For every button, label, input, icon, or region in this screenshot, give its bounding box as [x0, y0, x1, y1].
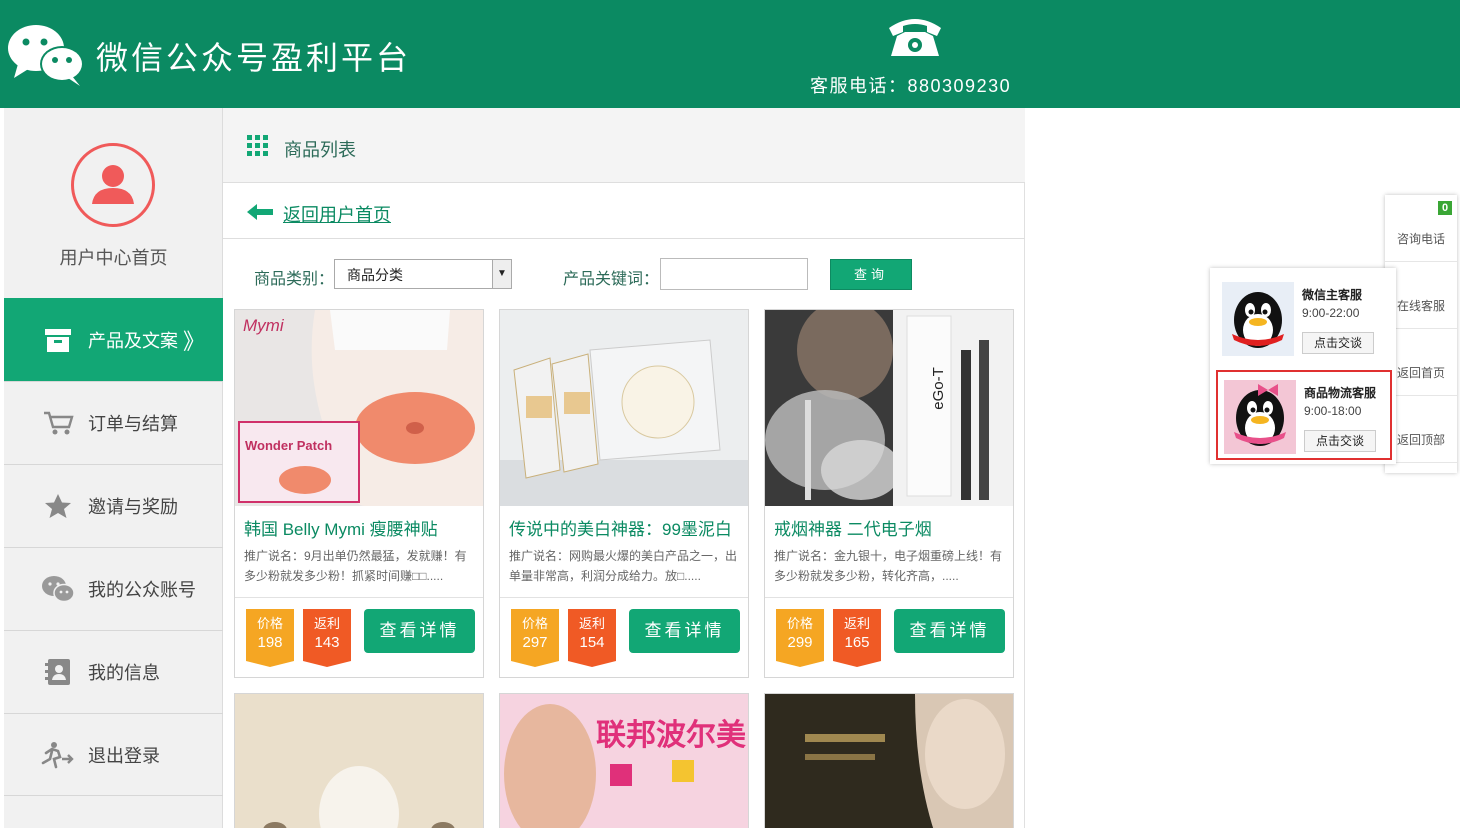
sidebar-item-label: 产品及文案	[88, 330, 178, 351]
service-hours: 9:00-22:00	[1302, 306, 1360, 320]
brand-title: 微信公众号盈利平台	[96, 39, 412, 77]
customer-service-panel: 微信主客服 9:00-22:00 点击交谈 商品物流客服 9:00-18:00 …	[1210, 268, 1396, 464]
sidebar-item-my-info[interactable]: 我的信息	[4, 630, 223, 713]
price-label: 价格	[521, 616, 548, 631]
rebate-value: 143	[314, 634, 340, 651]
price-tag: 价格 198	[246, 609, 294, 667]
svg-text:Wonder Patch: Wonder Patch	[245, 438, 332, 453]
product-desc: 推广说名：网购最火爆的美白产品之一，出单量非常高，利润分成给力。放□.....	[509, 549, 738, 583]
back-arrow-icon[interactable]	[247, 204, 273, 220]
service-name: 微信主客服	[1302, 288, 1363, 302]
divider	[235, 597, 483, 598]
user-center-home-link[interactable]: 用户中心首页	[4, 244, 223, 270]
qq-penguin-icon	[1222, 282, 1294, 356]
divider	[765, 597, 1013, 598]
sidebar-item-logout[interactable]: 退出登录	[4, 713, 223, 796]
user-avatar-icon[interactable]	[71, 143, 155, 227]
sidebar-item-label: 我的信息	[88, 663, 160, 683]
product-card[interactable]	[764, 693, 1014, 828]
contact-card-icon	[40, 657, 76, 687]
product-image[interactable]: Wonder Patch Mymi	[235, 310, 483, 506]
chat-button[interactable]: 点击交谈	[1304, 430, 1376, 452]
cart-icon	[40, 408, 76, 438]
runner-exit-icon	[40, 740, 76, 770]
badge-count: 0	[1438, 201, 1452, 215]
divider	[500, 597, 748, 598]
price-label: 价格	[786, 616, 813, 631]
product-image[interactable]	[500, 310, 748, 506]
rebate-value: 165	[844, 634, 870, 651]
page-title: 商品列表	[284, 140, 356, 160]
service-hotline: 客服电话：880309230	[810, 76, 1012, 96]
grid-icon	[247, 135, 268, 156]
wechat-logo-icon	[8, 25, 84, 86]
view-details-button[interactable]: 查看详情	[894, 609, 1005, 653]
rebate-label: 返利	[313, 616, 340, 631]
product-image[interactable]: eGo-T	[765, 310, 1013, 506]
brand-logo-text: Mymi	[243, 316, 284, 335]
keyword-label: 产品关键词：	[563, 271, 660, 288]
product-card: Wonder Patch Mymi 韩国 Belly Mymi 瘦腰神贴 推广说…	[234, 309, 484, 678]
qq-penguin-girl-icon	[1224, 380, 1296, 454]
product-card[interactable]: 联邦波尔美	[499, 693, 749, 828]
price-value: 297	[522, 634, 548, 651]
rebate-value: 154	[579, 634, 605, 651]
product-name[interactable]: 戒烟神器 二代电子烟	[774, 515, 932, 540]
back-row: 返回用户首页	[223, 183, 1025, 239]
product-card[interactable]	[234, 693, 484, 828]
query-button[interactable]: 查询	[830, 259, 912, 290]
sidebar: 用户中心首页 产品及文案 》 订单与结算 邀请与奖励 我的公众账号 我的信息 退…	[4, 108, 223, 828]
keyword-input[interactable]	[660, 258, 808, 290]
main-panel: 商品列表 返回用户首页 商品类别： 商品分类 ▼ 产品关键词： 查询 Wonde…	[223, 108, 1025, 828]
service-hours: 9:00-18:00	[1304, 404, 1362, 418]
product-card: 传说中的美白神器：99墨泥白 推广说名：网购最火爆的美白产品之一，出单量非常高，…	[499, 309, 749, 678]
sidebar-item-products[interactable]: 产品及文案 》	[4, 298, 223, 381]
service-contact: 微信主客服 9:00-22:00 点击交谈	[1216, 274, 1392, 364]
sidebar-item-label: 我的公众账号	[88, 580, 196, 600]
product-desc: 推广说名：金九银十，电子烟重磅上线！有多少粉就发多少粉，转化齐高，.....	[774, 549, 1003, 583]
product-brand-text: eGo-T	[929, 367, 947, 410]
service-name: 商品物流客服	[1304, 386, 1377, 400]
price-tag: 价格 297	[511, 609, 559, 667]
sidebar-item-invite[interactable]: 邀请与奖励	[4, 464, 223, 547]
sidebar-item-label: 退出登录	[88, 745, 160, 766]
panel-header: 商品列表	[223, 108, 1025, 183]
person-icon	[92, 165, 134, 204]
product-name[interactable]: 韩国 Belly Mymi 瘦腰神贴	[244, 515, 438, 540]
chevron-down-icon: ▼	[492, 260, 511, 288]
chevron-right-icon: 》	[182, 328, 205, 354]
chat-button[interactable]: 点击交谈	[1302, 332, 1374, 354]
telephone-icon	[889, 19, 941, 56]
view-details-button[interactable]: 查看详情	[364, 609, 475, 653]
view-details-button[interactable]: 查看详情	[629, 609, 740, 653]
star-icon	[40, 491, 76, 521]
banner-text: 联邦波尔美	[596, 719, 746, 752]
top-header: 微信公众号盈利平台 客服电话：880309230	[0, 0, 1460, 108]
rebate-tag: 返利 154	[568, 609, 616, 667]
price-tag: 价格 299	[776, 609, 824, 667]
sidebar-item-orders[interactable]: 订单与结算	[4, 381, 223, 464]
price-value: 198	[257, 634, 283, 651]
wechat-icon	[40, 574, 76, 604]
sidebar-item-official-account[interactable]: 我的公众账号	[4, 547, 223, 630]
rebate-tag: 返利 165	[833, 609, 881, 667]
consult-phone-item[interactable]: 0 咨询电话	[1385, 195, 1457, 262]
category-select[interactable]: 商品分类 ▼	[334, 259, 512, 289]
sidebar-item-label: 邀请与奖励	[88, 497, 178, 517]
sidebar-item-label: 订单与结算	[88, 414, 178, 434]
category-label: 商品类别：	[254, 271, 335, 288]
product-desc: 推广说名：9月出单仍然最猛，发就赚！有多少粉就发多少粉！抓紧时间赚□□.....	[244, 549, 467, 583]
product-card: eGo-T 戒烟神器 二代电子烟 推广说名：金九银十，电子烟重磅上线！有多少粉就…	[764, 309, 1014, 678]
rebate-label: 返利	[578, 616, 605, 631]
consult-phone-label: 咨询电话	[1396, 232, 1445, 246]
service-contact-selected: 商品物流客服 9:00-18:00 点击交谈	[1216, 370, 1392, 460]
rebate-tag: 返利 143	[303, 609, 351, 667]
back-to-user-home-link[interactable]: 返回用户首页	[283, 201, 391, 227]
price-label: 价格	[256, 616, 283, 631]
category-select-value: 商品分类	[347, 267, 403, 283]
rebate-label: 返利	[843, 616, 870, 631]
product-name[interactable]: 传说中的美白神器：99墨泥白	[509, 515, 732, 540]
archive-icon	[40, 325, 76, 355]
price-value: 299	[787, 634, 813, 651]
